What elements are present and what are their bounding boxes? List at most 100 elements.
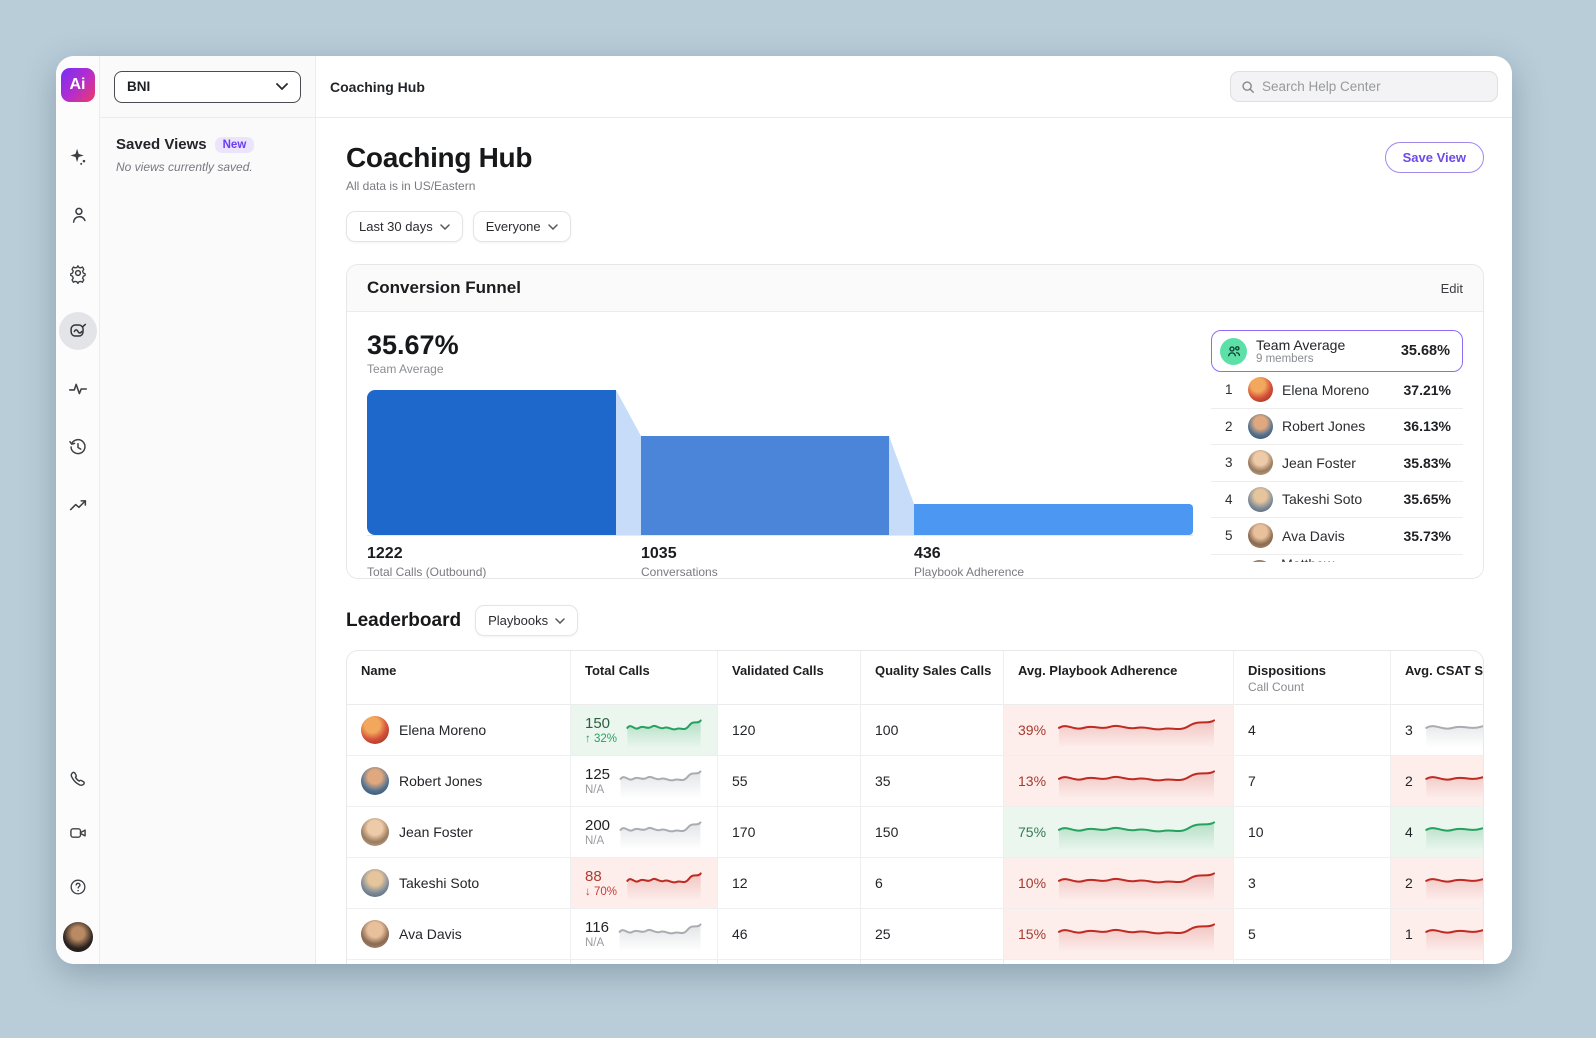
rank-number: 1 [1225,382,1239,397]
team-average-label: Team Average [367,362,1193,376]
table-row[interactable]: Ava Davis 116N/A 46 25 15% 5 1 [347,909,1484,960]
rank-name: Takeshi Soto [1282,491,1362,507]
history-icon[interactable] [59,428,97,466]
phone-icon[interactable] [59,760,97,798]
sparkline [1054,763,1219,799]
column-header-avg-csat-score[interactable]: Avg. CSAT Score [1390,651,1484,705]
quality-sales-calls-value: 25 [860,909,1003,960]
audience-filter[interactable]: Everyone [473,211,571,242]
breadcrumb-title: Coaching Hub [330,79,425,95]
rank-value: 37.21% [1404,382,1451,398]
rep-name: Robert Jones [399,773,482,789]
save-view-button[interactable]: Save View [1385,142,1484,173]
funnel-connector [616,390,641,535]
topbar: Coaching Hub Search Help Center [316,56,1512,118]
contacts-icon[interactable] [59,196,97,234]
column-header-validated-calls[interactable]: Validated Calls [717,651,860,705]
funnel-stage-value: 1035 [641,545,914,563]
rank-number: 4 [1225,492,1239,507]
funnel-card-title: Conversion Funnel [367,278,521,298]
column-header-name[interactable]: Name [347,651,570,705]
help-search-input[interactable]: Search Help Center [1230,71,1498,102]
column-header-avg-playbook-adherence[interactable]: Avg. Playbook Adherence [1003,651,1233,705]
settings-gear-icon[interactable] [59,254,97,292]
total-calls-trend: N/A [585,937,609,949]
avatar [361,920,389,948]
ranking-row[interactable]: 2 Robert Jones 36.13% [1211,409,1463,446]
total-calls-value: 200 [585,817,610,834]
funnel-bar-total-calls[interactable] [367,390,616,535]
rank-name: Ava Davis [1282,528,1345,544]
csat-value: 3 [1405,722,1413,738]
team-average-value: 35.68% [1401,343,1450,359]
page-title: Coaching Hub [346,142,532,174]
csat-value: 4 [1405,824,1413,840]
activity-pulse-icon[interactable] [59,370,97,408]
edit-link[interactable]: Edit [1441,281,1463,296]
date-range-value: Last 30 days [359,219,433,234]
leaderboard-title: Leaderboard [346,610,461,632]
column-header-dispositions[interactable]: Dispositions Call Count [1233,651,1390,705]
sparkline [1054,865,1219,901]
sparkline [1421,763,1484,799]
trends-icon[interactable] [59,486,97,524]
team-average-card[interactable]: Team Average 9 members 35.68% [1211,330,1463,372]
sparkline [618,763,703,799]
quality-sales-calls-value: 6 [860,858,1003,909]
coaching-hub-icon[interactable] [59,312,97,350]
playbooks-filter[interactable]: Playbooks [475,605,578,636]
sparkline [1054,916,1219,952]
app-window: Ai [56,56,1512,964]
column-header-total-calls[interactable]: Total Calls [570,651,717,705]
video-icon[interactable] [59,814,97,852]
ranking-row[interactable]: 3 Jean Foster 35.83% [1211,445,1463,482]
new-badge: New [215,137,255,153]
table-row[interactable]: Robert Jones 125N/A 55 35 13% 7 2 [347,756,1484,807]
ranking-row[interactable]: 5 Ava Davis 35.73% [1211,518,1463,555]
dispositions-value: 7 [1233,960,1390,964]
user-avatar[interactable] [63,922,93,952]
sparkline [625,865,703,901]
avatar [1248,487,1273,512]
avatar [361,716,389,744]
funnel-bar-conversations[interactable] [641,436,889,535]
avatar [1248,523,1273,548]
rank-number: 5 [1225,528,1239,543]
sparkline [625,712,703,748]
workspace-select[interactable]: BNI [114,71,301,103]
ranking-row[interactable]: 4 Takeshi Soto 35.65% [1211,482,1463,519]
validated-calls-value: 46 [717,909,860,960]
table-row[interactable]: Elena Moreno 150↑ 32% 120 100 39% 4 3 [347,705,1484,756]
avatar [1248,450,1273,475]
funnel-bar-playbook-adherence[interactable] [914,504,1193,535]
icon-rail: Ai [56,56,100,964]
chevron-down-icon [440,224,450,230]
rank-number: 2 [1225,419,1239,434]
main-area: Coaching Hub Search Help Center Coaching… [316,56,1512,964]
search-placeholder: Search Help Center [1262,79,1381,94]
team-average-name: Team Average [1256,337,1345,353]
total-calls-value: 125 [585,766,610,783]
dispositions-value: 5 [1233,909,1390,960]
rank-name: Matthew Rodriguez [1281,556,1394,562]
date-range-filter[interactable]: Last 30 days [346,211,463,242]
adherence-value: 39% [1018,722,1046,738]
funnel-connector [889,390,914,535]
total-calls-trend: N/A [585,784,610,796]
column-header-quality-sales-calls[interactable]: Quality Sales Calls [860,651,1003,705]
ranking-row[interactable]: 1 Elena Moreno 37.21% [1211,372,1463,409]
dispositions-value: 3 [1233,858,1390,909]
app-logo[interactable]: Ai [61,68,95,102]
table-row[interactable]: Matthew Rodriguez 180 120 98 50% 7 3 [347,960,1484,964]
search-icon [1241,80,1255,94]
sparkline [1421,712,1484,748]
help-icon[interactable] [59,868,97,906]
table-row[interactable]: Takeshi Soto 88↓ 70% 12 6 10% 3 2 [347,858,1484,909]
sparkline [1054,814,1219,850]
validated-calls-value: 55 [717,756,860,807]
ranking-row[interactable]: 6 Matthew Rodriguez 36.02% [1211,555,1463,563]
ai-sparkle-icon[interactable] [59,138,97,176]
sparkline [1421,865,1484,901]
table-row[interactable]: Jean Foster 200N/A 170 150 75% 10 4 [347,807,1484,858]
total-calls-value: 116 [585,919,609,936]
